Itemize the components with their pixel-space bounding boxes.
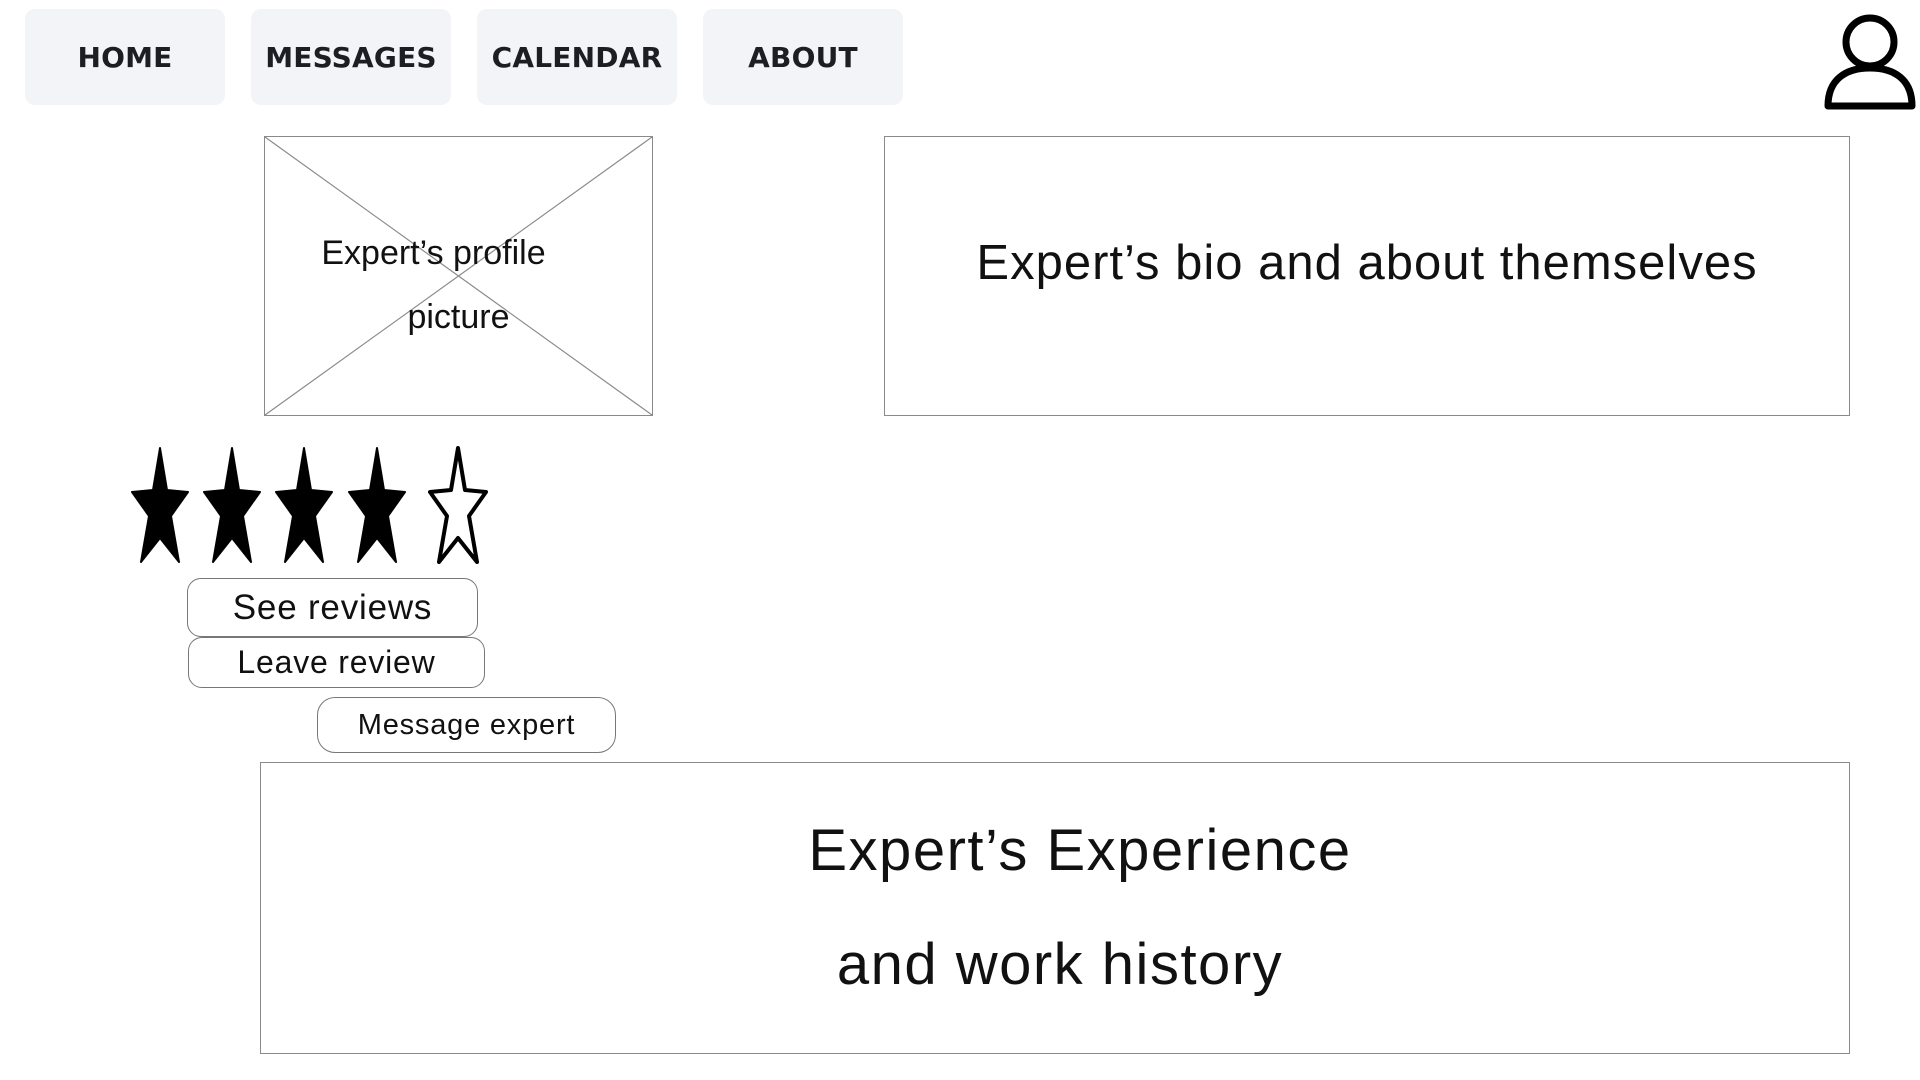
star-filled-icon[interactable] (274, 446, 334, 566)
nav-messages-button[interactable]: MESSAGES (251, 9, 451, 105)
expert-bio-box: Expert’s bio and about themselves (884, 136, 1850, 416)
leave-review-button[interactable]: Leave review (188, 637, 485, 688)
nav-calendar-button[interactable]: CALENDAR (477, 9, 677, 105)
leave-review-label: Leave review (237, 644, 436, 680)
star-filled-icon[interactable] (202, 446, 262, 566)
nav-about-button[interactable]: ABOUT (703, 9, 903, 105)
user-profile-icon[interactable] (1823, 12, 1917, 110)
star-outline-icon[interactable] (428, 446, 488, 566)
profile-picture-placeholder: Expert’s profile picture (264, 136, 653, 416)
star-filled-icon[interactable] (130, 446, 190, 566)
experience-title-line2: and work history (836, 932, 1284, 997)
star-rating[interactable] (130, 446, 500, 566)
see-reviews-label: See reviews (232, 587, 433, 627)
star-filled-icon[interactable] (347, 446, 407, 566)
profile-picture-label: Expert’s profile picture (265, 221, 652, 349)
experience-title-line1: Expert’s Experience (808, 818, 1352, 883)
profile-picture-label-line2: picture (407, 298, 510, 336)
message-expert-button[interactable]: Message expert (317, 697, 616, 753)
see-reviews-button[interactable]: See reviews (187, 578, 478, 637)
message-expert-label: Message expert (357, 708, 576, 741)
nav-home-button[interactable]: HOME (25, 9, 225, 105)
expert-experience-box: Expert’s Experience and work history (260, 762, 1850, 1054)
expert-profile-page: HOME MESSAGES CALENDAR ABOUT Expert’s pr… (0, 0, 1920, 1080)
profile-picture-label-line1: Expert’s profile (321, 234, 546, 272)
expert-bio-text: Expert’s bio and about themselves (976, 236, 1758, 290)
